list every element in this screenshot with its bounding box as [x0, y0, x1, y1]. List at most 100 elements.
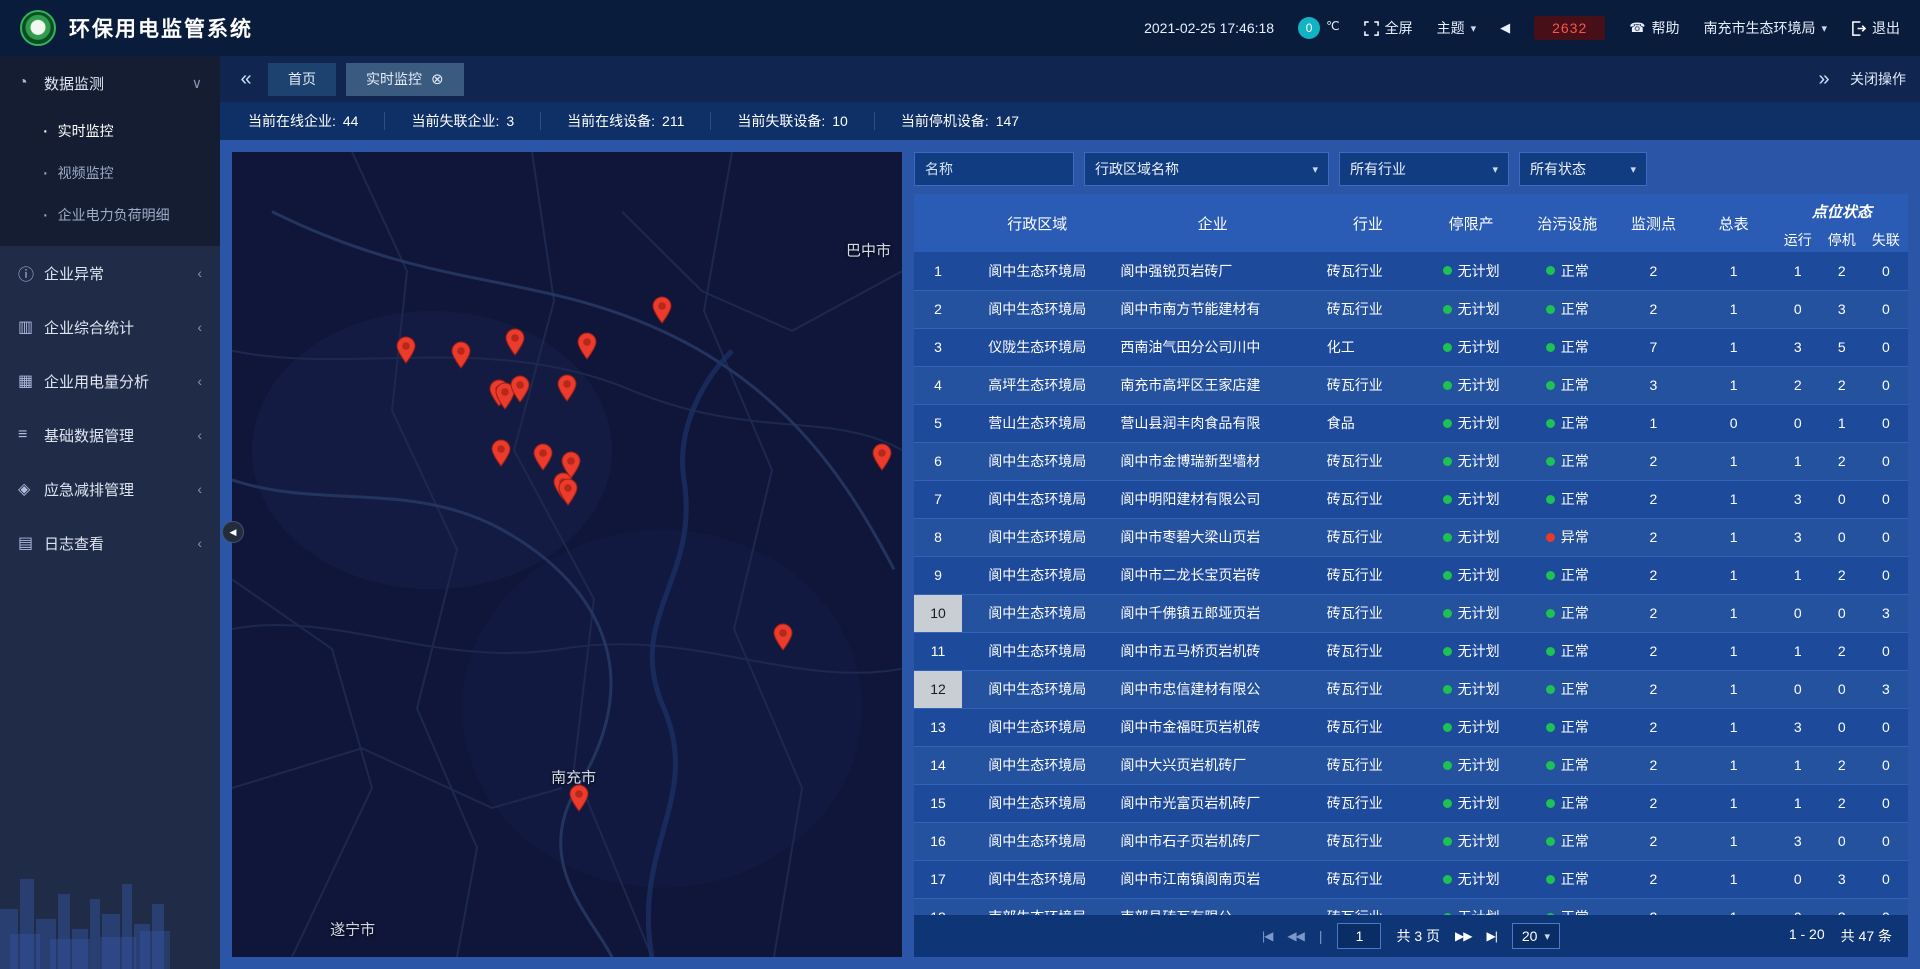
close-operations-button[interactable]: 关闭操作: [1850, 69, 1906, 89]
limit-status-label: 无计划: [1458, 603, 1500, 623]
table-row[interactable]: 5营山生态环境局营山县润丰肉食品有限食品无计划正常10010: [914, 404, 1908, 442]
fullscreen-button[interactable]: 全屏: [1364, 18, 1413, 38]
help-button[interactable]: ☎ 帮助: [1629, 18, 1679, 38]
right-panel: 行政区域名称 ▾ 所有行业 ▾ 所有状态 ▾: [914, 152, 1908, 957]
table-row[interactable]: 12阆中生态环境局阆中市忠信建材有限公砖瓦行业无计划正常21003: [914, 670, 1908, 708]
cell-run: 3: [1776, 328, 1820, 366]
table-row[interactable]: 2阆中生态环境局阆中市南方节能建材有砖瓦行业无计划正常21030: [914, 290, 1908, 328]
table-row[interactable]: 10阆中生态环境局阆中千佛镇五郎垭页岩砖瓦行业无计划正常21003: [914, 594, 1908, 632]
table-row[interactable]: 3仪陇生态环境局西南油气田分公司川中化工无计划正常71350: [914, 328, 1908, 366]
alert-count-badge[interactable]: 2632: [1534, 16, 1605, 40]
tab-scroll-left-icon[interactable]: «: [234, 68, 258, 91]
page-number-input[interactable]: 1: [1337, 923, 1381, 949]
status-dot-icon: [1443, 305, 1452, 314]
col-total: 总表: [1692, 194, 1776, 252]
map-pin-icon[interactable]: [504, 328, 526, 356]
cell-region: 南部生态环境局: [962, 898, 1112, 915]
pagination-summary: 1 - 20 共 47 条: [1789, 926, 1892, 946]
cell-region: 营山生态环境局: [962, 404, 1112, 442]
map-pin-icon[interactable]: [576, 332, 598, 360]
cell-total: 1: [1692, 366, 1776, 404]
cell-region: 阆中生态环境局: [962, 708, 1112, 746]
map-pin-icon[interactable]: [556, 374, 578, 402]
tab-realtime-monitor[interactable]: 实时监控 ⊗: [346, 63, 464, 96]
cell-lost: 3: [1864, 594, 1908, 632]
table-row[interactable]: 18南部生态环境局南部县砖瓦有限公砖瓦行业无计划正常21030: [914, 898, 1908, 915]
table-row[interactable]: 11阆中生态环境局阆中市五马桥页岩机砖砖瓦行业无计划正常21120: [914, 632, 1908, 670]
sidebar-item-1[interactable]: ⓘ企业异常‹: [0, 246, 220, 300]
sound-icon[interactable]: ◀: [1500, 20, 1510, 36]
map-pin-icon[interactable]: [772, 623, 794, 651]
limit-status-label: 无计划: [1458, 907, 1500, 915]
sidebar-subitem[interactable]: ·实时监控: [0, 110, 220, 152]
sidebar-item-0[interactable]: ◔数据监测∨: [0, 56, 220, 110]
table-row[interactable]: 13阆中生态环境局阆中市金福旺页岩机砖砖瓦行业无计划正常21300: [914, 708, 1908, 746]
cell-lost: 0: [1864, 632, 1908, 670]
sidebar-subitem[interactable]: ·视频监控: [0, 152, 220, 194]
map-pin-icon[interactable]: [490, 439, 512, 467]
sidebar-item-4[interactable]: ≡基础数据管理‹: [0, 408, 220, 462]
cell-total: 1: [1692, 442, 1776, 480]
status-dot-icon: [1546, 723, 1555, 732]
region-filter-select[interactable]: 行政区域名称 ▾: [1084, 152, 1329, 186]
industry-filter-select[interactable]: 所有行业 ▾: [1339, 152, 1509, 186]
cell-company: 阆中市忠信建材有限公: [1112, 670, 1312, 708]
cell-total: 1: [1692, 252, 1776, 290]
next-page-button[interactable]: ▶▶: [1455, 929, 1471, 943]
last-page-button[interactable]: ▶|: [1487, 929, 1497, 943]
cell-region: 仪陇生态环境局: [962, 328, 1112, 366]
tab-home[interactable]: 首页: [268, 63, 336, 96]
map-pin-icon[interactable]: [871, 443, 893, 471]
theme-dropdown[interactable]: 主题 ▾: [1437, 18, 1477, 38]
table-row[interactable]: 17阆中生态环境局阆中市江南镇阆南页岩砖瓦行业无计划正常21030: [914, 860, 1908, 898]
org-name: 南充市生态环境局: [1703, 18, 1815, 38]
tab-close-icon[interactable]: ⊗: [431, 70, 444, 88]
table-row[interactable]: 1阆中生态环境局阆中强锐页岩砖厂砖瓦行业无计划正常21120: [914, 252, 1908, 290]
sidebar-item-2[interactable]: ▥企业综合统计‹: [0, 300, 220, 354]
facility-status: 正常: [1546, 907, 1589, 915]
logout-label: 退出: [1872, 18, 1900, 38]
map-panel[interactable]: 巴中市南充市遂宁市: [232, 152, 902, 957]
sidebar-subitem[interactable]: ·企业电力负荷明细: [0, 194, 220, 236]
sidebar-item-3[interactable]: ▦企业用电量分析‹: [0, 354, 220, 408]
cell-index: 16: [914, 822, 962, 860]
cell-lost: 0: [1864, 708, 1908, 746]
name-filter-input[interactable]: [914, 152, 1074, 186]
map-pin-icon[interactable]: [532, 443, 554, 471]
table-row[interactable]: 14阆中生态环境局阆中大兴页岩机砖厂砖瓦行业无计划正常21120: [914, 746, 1908, 784]
map-pin-icon[interactable]: [568, 784, 590, 812]
fullscreen-icon: [1364, 21, 1379, 36]
table-row[interactable]: 9阆中生态环境局阆中市二龙长宝页岩砖砖瓦行业无计划正常21120: [914, 556, 1908, 594]
facility-status-label: 异常: [1561, 527, 1589, 547]
tab-scroll-right-icon[interactable]: »: [1812, 68, 1836, 91]
table-row[interactable]: 6阆中生态环境局阆中市金博瑞新型墙材砖瓦行业无计划正常21120: [914, 442, 1908, 480]
app-logo: [20, 10, 56, 46]
map-pin-icon[interactable]: [557, 478, 579, 506]
table-row[interactable]: 8阆中生态环境局阆中市枣碧大梁山页岩砖瓦行业无计划异常21300: [914, 518, 1908, 556]
table-row[interactable]: 16阆中生态环境局阆中市石子页岩机砖厂砖瓦行业无计划正常21300: [914, 822, 1908, 860]
sidebar-item-5[interactable]: ◈应急减排管理‹: [0, 462, 220, 516]
table-row[interactable]: 7阆中生态环境局阆中明阳建材有限公司砖瓦行业无计划正常21300: [914, 480, 1908, 518]
map-pin-icon[interactable]: [651, 296, 673, 324]
first-page-button[interactable]: |◀: [1262, 929, 1272, 943]
map-pin-icon[interactable]: [395, 336, 417, 364]
page-size-select[interactable]: 20 ▾: [1512, 923, 1560, 949]
map-pin-icon[interactable]: [509, 375, 531, 403]
table-row[interactable]: 15阆中生态环境局阆中市光富页岩机砖厂砖瓦行业无计划正常21120: [914, 784, 1908, 822]
map-pin-icon[interactable]: [450, 341, 472, 369]
facility-status-label: 正常: [1561, 337, 1589, 357]
cell-company: 阆中市五马桥页岩机砖: [1112, 632, 1312, 670]
status-filter-select[interactable]: 所有状态 ▾: [1519, 152, 1647, 186]
sidebar-item-label: 应急减排管理: [44, 479, 134, 500]
cell-industry: 砖瓦行业: [1313, 632, 1423, 670]
prev-page-button[interactable]: ◀◀: [1287, 929, 1303, 943]
status-dot-icon: [1546, 381, 1555, 390]
sidebar-item-6[interactable]: ▤日志查看‹: [0, 516, 220, 570]
cell-region: 阆中生态环境局: [962, 252, 1112, 290]
enterprise-table-wrap: 行政区域 企业 行业 停限产 治污设施 监测点 总表 点位状态 运行: [914, 194, 1908, 915]
logout-button[interactable]: 退出: [1851, 18, 1900, 38]
table-row[interactable]: 4高坪生态环境局南充市高坪区王家店建砖瓦行业无计划正常31220: [914, 366, 1908, 404]
cell-stop: 2: [1820, 784, 1864, 822]
org-dropdown[interactable]: 南充市生态环境局 ▾: [1703, 18, 1827, 38]
status-dot-icon: [1546, 533, 1555, 542]
